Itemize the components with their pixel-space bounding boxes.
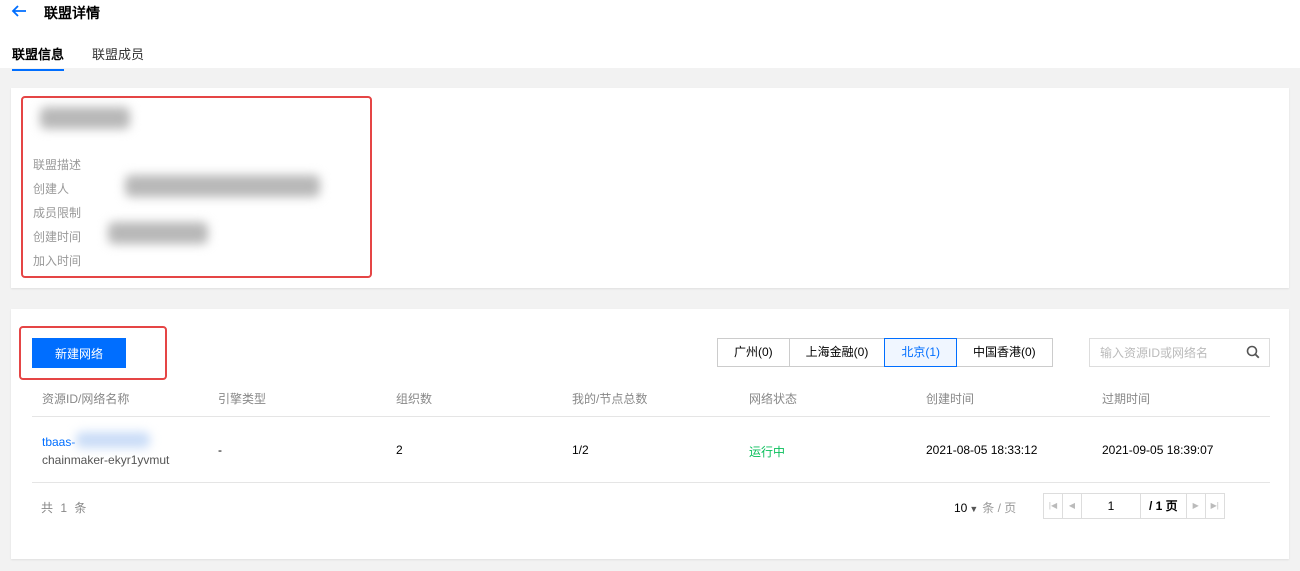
column-header-expires: 过期时间	[1102, 392, 1151, 406]
redacted-alliance-name	[40, 107, 130, 129]
tab-bar: 联盟信息 联盟成员	[12, 44, 172, 71]
table-row-divider	[32, 482, 1270, 483]
engine-type-cell: -	[218, 443, 222, 457]
tab-alliance-members[interactable]: 联盟成员	[92, 44, 144, 71]
column-header-engine: 引擎类型	[218, 392, 267, 406]
info-label-description: 联盟描述	[33, 158, 82, 172]
first-page-icon[interactable]: |◀	[1043, 493, 1063, 519]
created-time-cell: 2021-08-05 18:33:12	[926, 443, 1038, 457]
table-header-divider	[32, 416, 1270, 417]
region-filter: 广州(0) 上海金融(0) 北京(1) 中国香港(0)	[717, 338, 1053, 367]
column-header-resource-id: 资源ID/网络名称	[42, 392, 130, 406]
next-page-icon[interactable]: ▶	[1185, 493, 1206, 519]
expires-time-cell: 2021-09-05 18:39:07	[1102, 443, 1214, 457]
redacted-created-time	[108, 222, 208, 244]
total-pages: / 1 页	[1140, 493, 1187, 519]
column-header-created: 创建时间	[926, 392, 975, 406]
info-label-created-time: 创建时间	[33, 230, 82, 244]
pager: |◀ ◀ / 1 页 ▶ ▶|	[1043, 493, 1225, 519]
new-network-button[interactable]: 新建网络	[32, 338, 126, 368]
top-bar: 联盟详情 联盟信息 联盟成员	[0, 0, 1300, 71]
redacted-creator	[125, 175, 320, 197]
page-size-unit: 条 / 页	[982, 501, 1017, 515]
search-input[interactable]	[1090, 339, 1240, 366]
node-count-cell: 1/2	[572, 443, 589, 457]
chevron-down-icon: ▼	[969, 504, 979, 514]
region-guangzhou[interactable]: 广州(0)	[717, 338, 790, 367]
status-badge: 运行中	[749, 445, 786, 459]
network-name: chainmaker-ekyr1yvmut	[42, 453, 170, 467]
last-page-icon[interactable]: ▶|	[1204, 493, 1225, 519]
redacted-resource-id	[76, 432, 150, 448]
resource-id-link[interactable]: tbaas-	[42, 435, 75, 449]
org-count-cell: 2	[396, 443, 403, 457]
info-label-creator: 创建人	[33, 182, 70, 196]
region-hongkong[interactable]: 中国香港(0)	[956, 338, 1053, 367]
region-shanghai-finance[interactable]: 上海金融(0)	[788, 338, 886, 367]
page-size-value: 10	[954, 501, 968, 515]
page-number-input[interactable]	[1081, 493, 1141, 519]
info-label-member-limit: 成员限制	[33, 206, 82, 220]
region-beijing[interactable]: 北京(1)	[884, 338, 958, 367]
search-icon[interactable]	[1246, 345, 1260, 359]
total-count: 共 1 条	[41, 501, 89, 515]
prev-page-icon[interactable]: ◀	[1062, 493, 1082, 519]
search-box	[1089, 338, 1270, 367]
page-size-select[interactable]: 10 ▼ 条 / 页	[954, 499, 1016, 516]
page-title: 联盟详情	[44, 5, 100, 21]
column-header-status: 网络状态	[749, 392, 798, 406]
column-header-nodes: 我的/节点总数	[572, 392, 648, 406]
info-label-joined-time: 加入时间	[33, 254, 82, 268]
column-header-orgs: 组织数	[396, 392, 433, 406]
back-arrow-icon[interactable]	[10, 2, 28, 20]
tab-alliance-info[interactable]: 联盟信息	[12, 44, 65, 71]
